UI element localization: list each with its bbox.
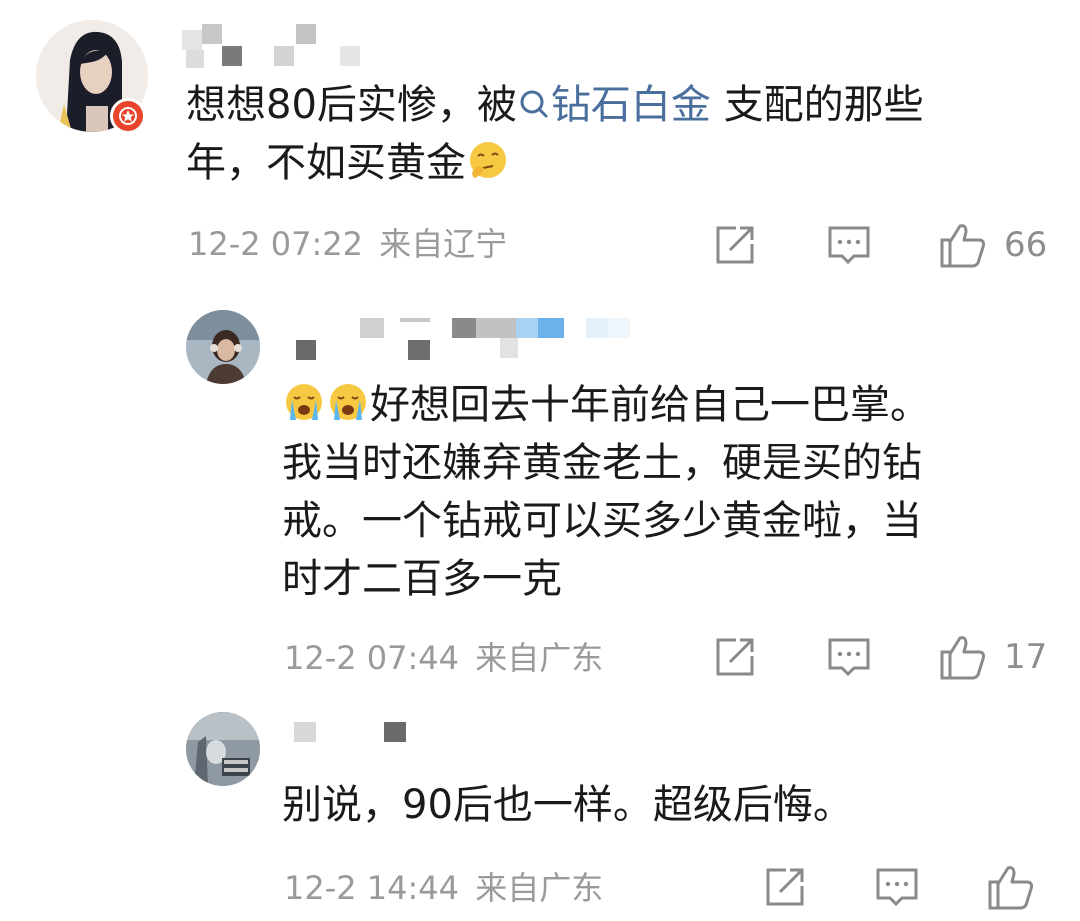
avatar[interactable]	[186, 712, 260, 786]
comment-text-line: 我当时还嫌弃黄金老土，硬是买的钻	[282, 440, 922, 486]
share-icon[interactable]	[762, 864, 808, 910]
comment-text-line: 别说，90后也一样。超级后悔。	[282, 782, 853, 828]
thumbs-up-icon[interactable]	[986, 862, 1036, 912]
timestamp: 12-2 07:44	[284, 639, 460, 677]
comment-text-line: 时才二百多一克	[282, 556, 562, 602]
location: 来自广东	[475, 869, 604, 907]
comment-meta: 12-2 07:44 来自广东	[284, 638, 603, 678]
share-icon[interactable]	[712, 222, 758, 268]
thumbs-up-icon[interactable]	[938, 632, 988, 682]
timestamp: 12-2 14:44	[284, 869, 460, 907]
comment-text: 想想80后实惨，被 钻石白金 支配的那些 年，不如买黄金	[186, 76, 1046, 192]
comment-text: 好想回去十年前给自己一巴掌。 我当时还嫌弃黄金老土，硬是买的钻 戒。一个钻戒可以…	[282, 376, 1042, 608]
comment-text-line: 支配的那些	[723, 82, 924, 128]
crying-emoji-icon	[330, 384, 366, 420]
comment-text-line: 戒。一个钻戒可以买多少黄金啦，当	[282, 498, 922, 544]
comment-icon[interactable]	[874, 864, 920, 910]
topic-link-label: 钻石白金	[550, 82, 711, 128]
share-icon[interactable]	[712, 634, 758, 680]
thumbs-up-icon[interactable]	[938, 220, 988, 270]
like-count: 17	[1004, 637, 1048, 677]
avatar[interactable]	[186, 310, 260, 384]
search-icon	[520, 90, 548, 118]
comment-icon[interactable]	[826, 222, 872, 268]
comment-meta: 12-2 14:44 来自广东	[284, 868, 603, 908]
comment-icon[interactable]	[826, 634, 872, 680]
comment-text-line: 好想回去十年前给自己一巴掌。	[370, 382, 930, 428]
topic-link[interactable]: 钻石白金	[517, 82, 711, 128]
comment-meta: 12-2 07:22 来自辽宁	[188, 224, 507, 264]
verified-badge-icon	[110, 98, 146, 134]
location: 来自广东	[475, 639, 604, 677]
crying-emoji-icon	[286, 384, 322, 420]
comment-text-line: 想想80后实惨，被	[186, 82, 517, 128]
like-count: 66	[1004, 225, 1048, 265]
comment-text: 别说，90后也一样。超级后悔。	[282, 776, 1042, 834]
comment-text-line: 年，不如买黄金	[186, 140, 466, 186]
location: 来自辽宁	[379, 225, 508, 263]
timestamp: 12-2 07:22	[188, 225, 364, 263]
thinking-emoji-icon	[470, 142, 506, 178]
